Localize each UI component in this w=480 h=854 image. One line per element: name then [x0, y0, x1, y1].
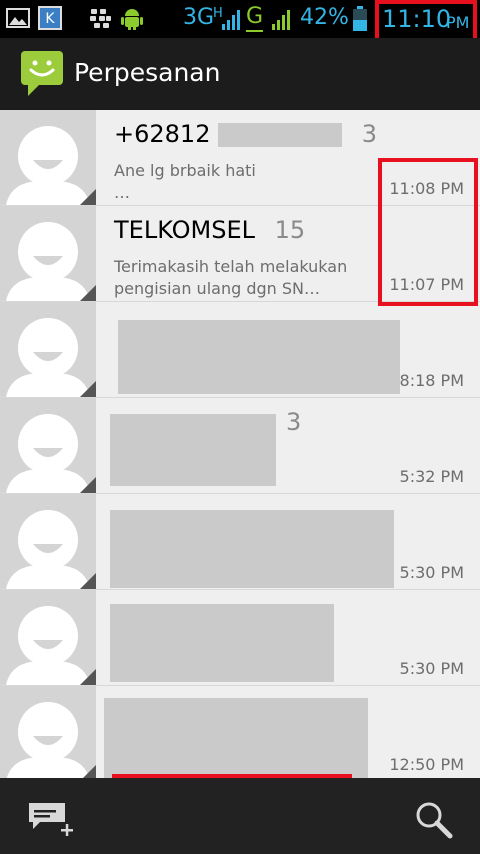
conversation-item[interactable]: 5:30 PM: [0, 590, 480, 686]
battery-percent: 42%: [300, 5, 349, 30]
app-notification-icon: K: [38, 6, 62, 30]
conversation-sender: +62812 3: [114, 120, 377, 148]
redacted-block: [110, 414, 276, 486]
message-count: 3: [286, 408, 302, 436]
conversation-item[interactable]: 8:18 PM: [0, 302, 480, 398]
gallery-icon: [6, 8, 30, 28]
contact-avatar-icon[interactable]: [0, 110, 96, 205]
conversation-item[interactable]: 12:50 PM: [0, 686, 480, 778]
contact-avatar-icon[interactable]: [0, 686, 96, 778]
signal-3g-icon: [222, 10, 240, 30]
android-icon: [121, 9, 143, 30]
message-time: 12:50 PM: [389, 755, 464, 774]
message-bubble-icon[interactable]: [20, 50, 64, 96]
sender-name: +62812: [114, 120, 211, 148]
contact-avatar-icon[interactable]: [0, 590, 96, 685]
search-icon[interactable]: [414, 800, 454, 840]
app-title: Perpesanan: [74, 58, 221, 87]
conversation-item[interactable]: 5:30 PM: [0, 494, 480, 590]
action-bar: Perpesanan: [0, 38, 480, 110]
network-3g-label: 3G: [183, 5, 215, 30]
new-message-icon[interactable]: [28, 802, 74, 842]
message-snippet: Terimakasih telah melakukan pengisian ul…: [114, 257, 348, 298]
clock-suffix: PM: [446, 13, 470, 32]
message-time: 5:32 PM: [399, 467, 464, 486]
message-time: 5:30 PM: [399, 659, 464, 678]
bottom-action-bar: [0, 778, 480, 854]
message-count: 3: [361, 120, 378, 148]
redacted-block: [110, 604, 334, 682]
conversation-sender: TELKOMSEL 15: [114, 216, 305, 244]
message-count: 15: [274, 216, 306, 244]
status-bar: K 3G H G 42% 11:10 PM: [0, 0, 480, 44]
time-highlight-box: [378, 158, 478, 306]
message-time: 8:18 PM: [399, 371, 464, 390]
conversation-list[interactable]: +62812 3 Ane lg brbaik hati … 11:08 PM T…: [0, 110, 480, 778]
contact-avatar-icon[interactable]: [0, 302, 96, 397]
svg-text:K: K: [45, 11, 55, 27]
conversation-item[interactable]: 3 5:32 PM: [0, 398, 480, 494]
bbm-icon: [90, 9, 111, 28]
clock-time: 11:10: [382, 5, 452, 33]
message-time: 5:30 PM: [399, 563, 464, 582]
contact-avatar-icon[interactable]: [0, 398, 96, 493]
sender-name: TELKOMSEL: [114, 216, 255, 244]
message-snippet: Ane lg brbaik hati …: [114, 161, 256, 202]
redacted-block: [104, 698, 368, 778]
contact-avatar-icon[interactable]: [0, 206, 96, 301]
signal-gsm-icon: [272, 10, 290, 30]
battery-icon: [353, 6, 367, 31]
contact-avatar-icon[interactable]: [0, 494, 96, 589]
network-g-label: G: [246, 4, 264, 32]
redacted-block: [110, 510, 394, 588]
redacted-block: [118, 320, 400, 394]
redacted-block: [218, 123, 343, 147]
